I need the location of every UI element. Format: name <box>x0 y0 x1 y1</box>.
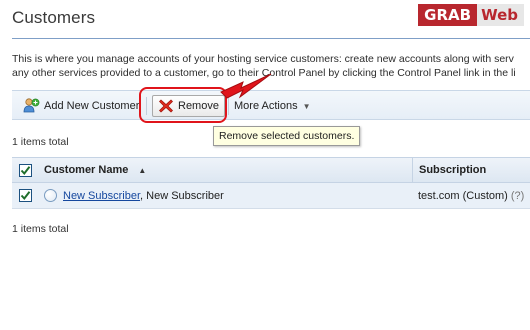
column-header-customer-name[interactable]: Customer Name ▲ <box>38 164 412 176</box>
add-new-customer-label: Add New Customer <box>44 100 140 112</box>
customer-name-link[interactable]: New Subscriber <box>63 190 140 202</box>
customers-table: Customer Name ▲ Subscription New Subscri… <box>12 157 530 209</box>
subscription-value: test.com (Custom) <box>418 189 508 202</box>
table-header: Customer Name ▲ Subscription <box>12 157 530 183</box>
column-header-subscription[interactable]: Subscription <box>412 158 530 182</box>
items-total-top: 1 items total <box>12 136 69 148</box>
table-row: New Subscriber, New Subscriber test.com … <box>12 183 530 209</box>
intro-line-1: This is where you manage accounts of you… <box>12 53 514 65</box>
select-all-checkbox[interactable] <box>18 163 32 177</box>
chevron-down-icon: ▼ <box>302 101 311 111</box>
remove-button-highlight <box>139 87 227 123</box>
customer-name-cell: New Subscriber, New Subscriber <box>38 189 412 202</box>
red-arrow-icon <box>220 73 272 99</box>
title-divider <box>12 38 530 39</box>
row-select[interactable] <box>12 189 38 202</box>
customer-name-header-label: Customer Name <box>44 164 129 176</box>
subscription-header-label: Subscription <box>419 164 487 176</box>
customer-name-rest: , New Subscriber <box>140 189 224 202</box>
grabweb-watermark: GRAB Web <box>418 4 524 26</box>
add-user-icon <box>23 98 40 113</box>
checkmark-icon <box>20 191 30 201</box>
page-title: Customers <box>12 8 96 27</box>
row-checkbox[interactable] <box>18 189 32 202</box>
items-total-bottom: 1 items total <box>12 223 69 235</box>
subscription-cell: test.com (Custom) (?) <box>412 183 530 208</box>
watermark-web: Web <box>477 4 524 26</box>
watermark-grab: GRAB <box>418 4 478 26</box>
sort-ascending-icon: ▲ <box>138 165 147 175</box>
header-select-all[interactable] <box>12 163 38 177</box>
status-circle-icon <box>44 189 57 202</box>
remove-tooltip: Remove selected customers. <box>213 126 361 146</box>
customers-page: Customers GRAB Web This is where you man… <box>0 0 530 330</box>
add-new-customer-button[interactable]: Add New Customer <box>23 95 139 117</box>
help-icon[interactable]: (?) <box>511 190 524 202</box>
checkmark-icon <box>20 165 30 175</box>
